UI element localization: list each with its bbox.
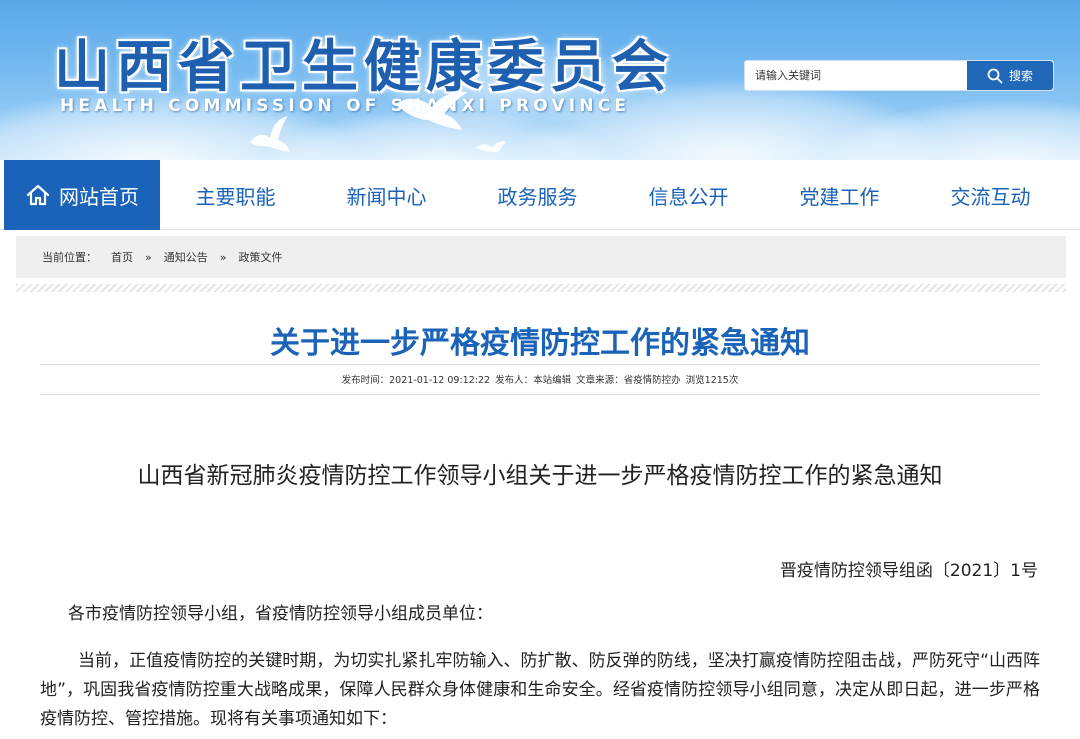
decorative-divider xyxy=(16,284,1066,292)
article-meta: 发布时间：2021-01-12 09:12:22 发布人：本站编辑 文章来源：省… xyxy=(40,372,1040,388)
view-count: 浏览1215次 xyxy=(685,375,739,386)
breadcrumb-link-home[interactable]: 首页 xyxy=(111,249,133,265)
nav-item-label: 党建工作 xyxy=(799,184,880,209)
publisher: 发布人：本站编辑 xyxy=(495,375,572,386)
document-heading: 山西省新冠肺炎疫情防控工作领导小组关于进一步严格疫情防控工作的紧急通知 xyxy=(137,463,943,489)
document-number: 晋疫情防控领导组函〔2021〕1号 xyxy=(779,561,1038,581)
dove-icon xyxy=(476,141,506,152)
dove-icon xyxy=(396,91,468,130)
nav-item-label: 主要职能 xyxy=(195,184,276,209)
search-button[interactable]: 搜索 xyxy=(967,61,1053,90)
main-nav: 网站首页 主要职能 新闻中心 政务服务 信息公开 党建工作 交流互动 xyxy=(0,160,1080,230)
nav-item-party[interactable]: 党建工作 xyxy=(764,160,915,230)
breadcrumb-label: 当前位置： xyxy=(42,251,97,264)
nav-item-label: 网站首页 xyxy=(59,184,139,209)
breadcrumb-link-policy[interactable]: 政策文件 xyxy=(238,249,282,265)
search-input[interactable] xyxy=(745,61,967,90)
breadcrumb-separator: » xyxy=(219,250,227,264)
breadcrumb-separator: » xyxy=(145,250,152,264)
nav-item-interaction[interactable]: 交流互动 xyxy=(915,160,1066,230)
nav-item-disclosure[interactable]: 信息公开 xyxy=(613,160,764,230)
salutation: 各市疫情防控领导小组，省疫情防控领导小组成员单位： xyxy=(68,604,493,624)
header-banner: 山西省卫生健康委员会 HEALTH COMMISSION OF SHANXI P… xyxy=(0,0,1080,160)
title-divider xyxy=(40,364,1040,365)
nav-item-functions[interactable]: 主要职能 xyxy=(160,160,311,230)
nav-item-services[interactable]: 政务服务 xyxy=(462,160,613,230)
nav-item-label: 信息公开 xyxy=(648,184,729,209)
search-box: 搜索 xyxy=(744,60,1054,91)
site-subtitle: HEALTH COMMISSION OF SHANXI PROVINCE xyxy=(60,96,631,116)
meta-divider xyxy=(40,394,1040,395)
body-paragraph: 当前，正值疫情防控的关键时期，为切实扎紧扎牢防输入、防扩散、防反弹的防线，坚决打… xyxy=(40,651,1040,729)
search-button-label: 搜索 xyxy=(1008,69,1033,83)
nav-item-news[interactable]: 新闻中心 xyxy=(311,160,462,230)
article-title: 关于进一步严格疫情防控工作的紧急通知 xyxy=(270,326,810,361)
breadcrumb: 当前位置： 首页 » 通知公告 » 政策文件 xyxy=(16,236,1066,278)
nav-item-label: 交流互动 xyxy=(950,184,1031,209)
nav-item-label: 政务服务 xyxy=(497,184,578,209)
home-icon xyxy=(26,184,50,206)
article-source: 文章来源：省疫情防控办 xyxy=(576,375,681,386)
publish-time: 发布时间：2021-01-12 09:12:22 xyxy=(341,375,491,386)
dove-icon xyxy=(250,116,290,152)
site-title: 山西省卫生健康委员会 xyxy=(54,35,674,100)
search-icon xyxy=(987,68,1003,83)
breadcrumb-link-notices[interactable]: 通知公告 xyxy=(164,249,208,265)
nav-item-label: 新闻中心 xyxy=(346,184,427,209)
nav-item-home[interactable]: 网站首页 xyxy=(4,160,160,230)
